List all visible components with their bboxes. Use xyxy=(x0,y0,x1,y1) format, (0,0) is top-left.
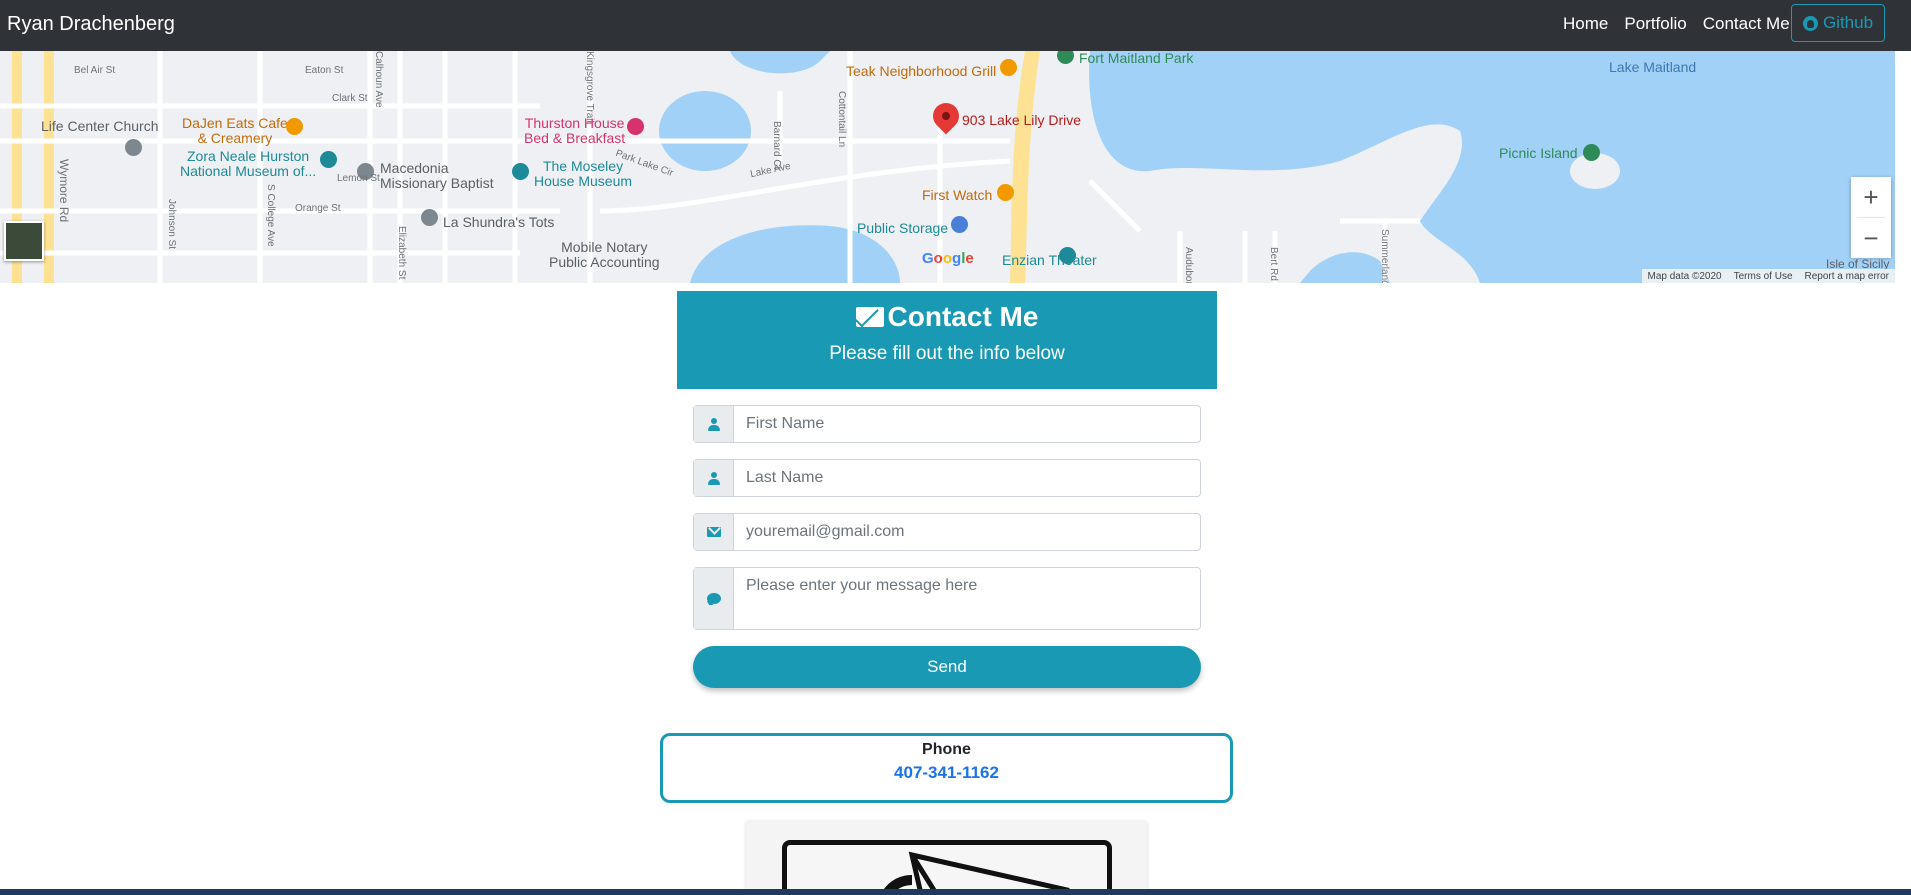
envelope-icon xyxy=(706,527,721,537)
contact-header: Contact Me Please fill out the info belo… xyxy=(677,291,1217,389)
map[interactable]: Fort Maitland Park Lake Maitland Teak Ne… xyxy=(0,51,1895,283)
street-label: Elizabeth St xyxy=(396,226,407,280)
street-label: Eaton St xyxy=(305,65,344,76)
first-name-input[interactable] xyxy=(734,406,1200,442)
email-input[interactable] xyxy=(734,514,1200,550)
email-group xyxy=(693,513,1201,551)
poi-fort-maitland[interactable]: Fort Maitland Park xyxy=(1079,51,1193,66)
restaurant-icon[interactable] xyxy=(997,184,1014,201)
poi-mobile-notary[interactable]: Mobile Notary Public Accounting xyxy=(549,240,660,270)
theater-icon[interactable] xyxy=(1059,247,1076,264)
contact-title: Contact Me xyxy=(677,301,1217,333)
church-icon[interactable] xyxy=(125,139,142,156)
brand-link[interactable]: Ryan Drachenberg xyxy=(7,13,175,36)
message-group xyxy=(693,567,1201,630)
street-label: Bel Air St xyxy=(74,65,116,76)
phone-card: Phone 407-341-1162 xyxy=(660,733,1233,803)
zoom-control: + − xyxy=(1851,177,1891,258)
satellite-toggle[interactable] xyxy=(4,221,44,261)
place-icon[interactable] xyxy=(421,209,438,226)
image-card xyxy=(746,822,1147,895)
street-label: Barnard Ct xyxy=(771,121,782,170)
street-label: Clark St xyxy=(332,93,368,104)
poi-la-shundra[interactable]: La Shundra's Tots xyxy=(443,215,554,230)
street-label: Wymore Rd xyxy=(57,159,71,223)
poi-dajen[interactable]: DaJen Eats Cafe & Creamery xyxy=(182,116,288,146)
nav-contact-link[interactable]: Contact Me xyxy=(1703,14,1790,34)
google-logo: Google xyxy=(922,250,974,267)
scrollbar-track[interactable] xyxy=(1895,51,1911,895)
poi-thurston[interactable]: Thurston House Bed & Breakfast xyxy=(524,116,625,146)
storage-icon[interactable] xyxy=(951,216,968,233)
street-label: Johnson St xyxy=(166,199,177,250)
museum-icon[interactable] xyxy=(320,151,337,168)
user-icon xyxy=(707,417,720,431)
comment-icon xyxy=(706,593,721,604)
contact-subtitle: Please fill out the info below xyxy=(829,343,1065,364)
hotel-icon[interactable] xyxy=(627,118,644,135)
street-label: Bert Rd xyxy=(1268,247,1279,281)
lake-maitland-label: Lake Maitland xyxy=(1609,59,1697,75)
last-name-addon xyxy=(694,460,734,496)
email-addon xyxy=(694,514,734,550)
last-name-input[interactable] xyxy=(734,460,1200,496)
poi-teak[interactable]: Teak Neighborhood Grill xyxy=(846,64,996,79)
terms-link[interactable]: Terms of Use xyxy=(1734,271,1793,282)
pin-address-label: 903 Lake Lily Drive xyxy=(962,112,1082,128)
navbar: Ryan Drachenberg Home Portfolio Contact … xyxy=(0,0,1911,51)
street-label: Audubon xyxy=(1183,247,1194,283)
page: Ryan Drachenberg Home Portfolio Contact … xyxy=(0,0,1911,895)
last-name-group xyxy=(693,459,1201,497)
museum-icon[interactable] xyxy=(512,163,529,180)
first-name-addon xyxy=(694,406,734,442)
message-addon xyxy=(694,568,734,629)
nav-links: Home Portfolio Contact Me xyxy=(1563,14,1790,34)
report-error-link[interactable]: Report a map error xyxy=(1805,271,1889,282)
map-footer: Map data ©2020 Terms of Use Report a map… xyxy=(1641,269,1895,283)
restaurant-icon[interactable] xyxy=(1000,59,1017,76)
poi-first-watch[interactable]: First Watch xyxy=(922,188,992,203)
nav-portfolio-link[interactable]: Portfolio xyxy=(1624,14,1686,34)
phone-number-link[interactable]: 407-341-1162 xyxy=(894,763,999,783)
street-label: Orange St xyxy=(295,203,341,214)
envelope-illustration xyxy=(782,840,1112,895)
poi-life-center[interactable]: Life Center Church xyxy=(41,119,159,134)
street-label: S College Ave xyxy=(265,184,276,247)
taskbar-strip xyxy=(0,889,1911,895)
message-textarea[interactable] xyxy=(734,568,1200,629)
github-label: Github xyxy=(1822,13,1874,32)
street-label: Calhoun Ave xyxy=(373,51,384,108)
street-label: Kingsgrove Trail xyxy=(584,51,595,123)
contact-title-text: Contact Me xyxy=(887,301,1039,332)
poi-picnic-island[interactable]: Picnic Island xyxy=(1499,146,1578,161)
poi-public-storage[interactable]: Public Storage xyxy=(857,221,948,236)
street-label: Lemon St xyxy=(337,173,380,184)
poi-macedonia[interactable]: Macedonia Missionary Baptist xyxy=(380,161,494,191)
user-icon xyxy=(707,471,720,485)
poi-enzian[interactable]: Enzian Theater xyxy=(1002,253,1097,268)
github-button[interactable]: Github xyxy=(1791,4,1885,42)
github-icon xyxy=(1802,15,1818,31)
street-label: Cottontail Ln xyxy=(836,91,847,148)
zoom-out-button[interactable]: − xyxy=(1851,218,1891,258)
first-name-group xyxy=(693,405,1201,443)
restaurant-icon[interactable] xyxy=(286,118,303,135)
map-data-credit: Map data ©2020 xyxy=(1647,270,1722,282)
envelope-icon xyxy=(855,307,884,327)
poi-moseley[interactable]: The Moseley House Museum xyxy=(534,159,632,189)
park-icon[interactable] xyxy=(1583,144,1600,161)
zoom-in-button[interactable]: + xyxy=(1851,177,1891,217)
nav-home-link[interactable]: Home xyxy=(1563,14,1608,34)
phone-label: Phone xyxy=(922,741,971,758)
poi-zora[interactable]: Zora Neale Hurston National Museum of... xyxy=(180,149,316,179)
street-label: Summerland xyxy=(1379,229,1390,283)
send-button[interactable]: Send xyxy=(693,646,1201,688)
